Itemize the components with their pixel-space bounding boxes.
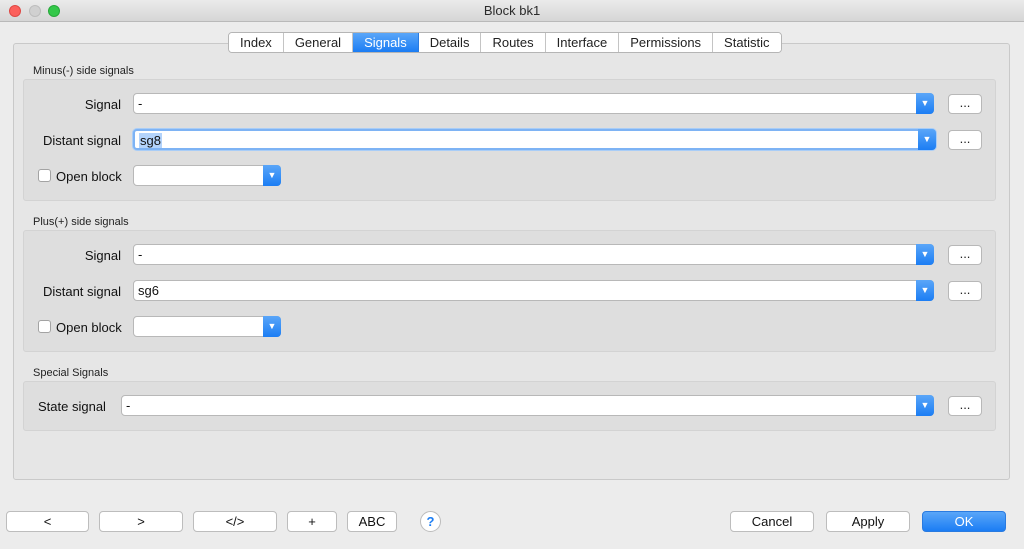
tab-index[interactable]: Index [229,33,284,52]
minus-distant-label: Distant signal [42,133,121,148]
next-button[interactable]: > [99,511,183,532]
chevron-down-icon[interactable]: ▼ [916,280,934,301]
minus-distant-combo[interactable]: sg8 ▼ [133,129,936,150]
special-section-title: Special Signals [33,367,109,379]
minus-open-block-combo[interactable]: ▼ [133,165,281,186]
state-signal-value: - [126,398,131,413]
chevron-down-icon[interactable]: ▼ [916,244,934,265]
chevron-down-icon[interactable]: ▼ [263,316,281,337]
abc-button[interactable]: ABC [347,511,397,532]
apply-button[interactable]: Apply [826,511,910,532]
cancel-button[interactable]: Cancel [730,511,814,532]
state-signal-browse-button[interactable]: ... [948,396,982,416]
chevron-down-icon[interactable]: ▼ [918,129,936,150]
plus-section-title: Plus(+) side signals [33,216,129,228]
plus-distant-combo[interactable]: sg6 ▼ [133,280,934,301]
plus-signal-browse-button[interactable]: ... [948,245,982,265]
tab-interface[interactable]: Interface [545,33,620,52]
chevron-down-icon[interactable]: ▼ [263,165,281,186]
state-signal-label: State signal [38,399,106,414]
tab-routes[interactable]: Routes [481,33,546,52]
tab-general[interactable]: General [283,33,354,52]
plus-open-block-checkbox[interactable] [38,320,51,333]
tab-permissions[interactable]: Permissions [619,33,714,52]
plus-open-block-combo[interactable]: ▼ [133,316,281,337]
title-bar: Block bk1 [0,0,1024,22]
tab-signals[interactable]: Signals [353,33,419,52]
minus-signal-value: - [138,96,143,111]
minus-distant-value: sg8 [139,133,162,148]
minus-open-block-label: Open block [56,169,122,184]
tab-bar: Index General Signals Details Routes Int… [228,32,782,53]
minus-signal-browse-button[interactable]: ... [948,94,982,114]
plus-signal-label: Signal [84,248,121,263]
ok-button[interactable]: OK [922,511,1006,532]
xml-button[interactable]: </> [193,511,277,532]
help-icon[interactable]: ? [420,511,441,532]
plus-distant-browse-button[interactable]: ... [948,281,982,301]
minus-distant-browse-button[interactable]: ... [948,130,982,150]
minus-section-title: Minus(-) side signals [33,65,134,77]
minus-signal-combo[interactable]: - ▼ [133,93,934,114]
state-signal-combo[interactable]: - ▼ [121,395,934,416]
minus-open-block-checkbox[interactable] [38,169,51,182]
plus-signal-value: - [138,247,143,262]
plus-open-block-label: Open block [56,320,122,335]
add-button[interactable]: + [287,511,337,532]
tab-statistic[interactable]: Statistic [713,33,781,52]
window-title: Block bk1 [483,3,541,18]
chevron-down-icon[interactable]: ▼ [916,395,934,416]
plus-signal-combo[interactable]: - ▼ [133,244,934,265]
chevron-down-icon[interactable]: ▼ [916,93,934,114]
previous-button[interactable]: < [6,511,89,532]
plus-distant-value: sg6 [138,283,159,298]
minus-signal-label: Signal [84,97,121,112]
tab-details[interactable]: Details [418,33,482,52]
plus-distant-label: Distant signal [42,284,121,299]
